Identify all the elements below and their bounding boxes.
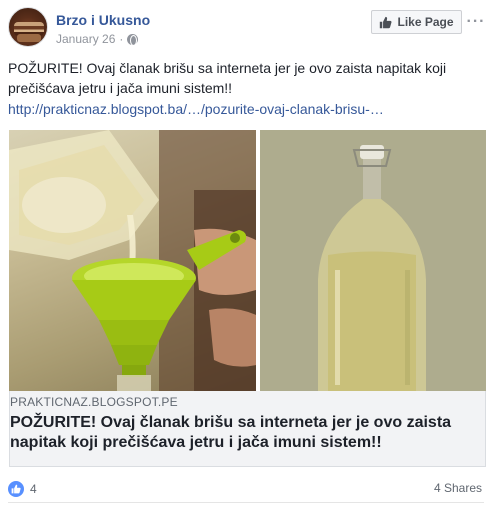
link-preview-card[interactable]: PRAKTICNAZ.BLOGSPOT.PE POŽURITE! Ovaj čl… [9, 391, 486, 467]
meta-separator: · [119, 32, 124, 46]
like-reaction-icon [8, 481, 24, 497]
page-avatar[interactable] [8, 7, 48, 47]
bottle-icon [260, 130, 486, 391]
footer-divider [8, 502, 484, 503]
post-meta: January 26 · [56, 32, 139, 46]
post-image-funnel[interactable] [9, 130, 256, 391]
reactions-summary[interactable]: 4 [8, 481, 37, 497]
like-page-button[interactable]: Like Page [371, 10, 462, 34]
page-name-link[interactable]: Brzo i Ukusno [56, 12, 150, 28]
preview-domain: PRAKTICNAZ.BLOGSPOT.PE [10, 395, 178, 409]
shares-count[interactable]: 4 Shares [434, 481, 482, 495]
like-count: 4 [30, 482, 37, 496]
thumbs-up-icon [379, 16, 392, 29]
post-date[interactable]: January 26 [56, 32, 115, 46]
more-options-button[interactable]: ··· [466, 10, 486, 34]
post-image-bottle[interactable] [260, 130, 486, 391]
post-link[interactable]: http://prakticnaz.blogspot.ba/…/pozurite… [8, 101, 384, 117]
globe-icon [127, 33, 139, 46]
post-text: POŽURITE! Ovaj članak brišu sa interneta… [8, 60, 447, 96]
preview-title[interactable]: POŽURITE! Ovaj članak brišu sa interneta… [10, 413, 480, 453]
facebook-post: Brzo i Ukusno January 26 · Like Page ···… [0, 0, 492, 505]
like-page-label: Like Page [397, 15, 454, 29]
funnel-pouring-icon [9, 130, 256, 391]
